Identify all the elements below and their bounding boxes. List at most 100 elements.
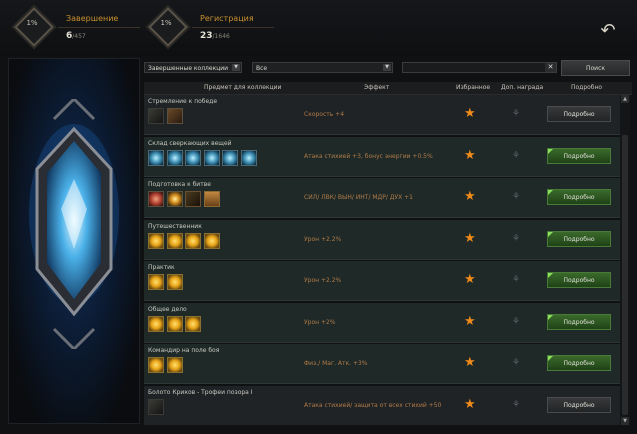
collection-item-icon[interactable]: [148, 398, 164, 415]
collection-item-icon[interactable]: [185, 315, 201, 332]
registration-percent: 1%: [160, 19, 172, 27]
registration-label: Регистрация: [200, 14, 254, 23]
table-row: Подготовка к битве СИЛ/ ЛВК/ ВЫН/ ИНТ/ М…: [144, 178, 620, 218]
table-header: Предмет для коллекции Эффект Избранное Д…: [144, 82, 632, 95]
collection-effect: Атака стихией/ защита от всех стихий +50: [304, 401, 442, 409]
registration-badge: 1%: [146, 5, 188, 47]
chevron-down-icon: ▼: [383, 64, 391, 71]
collection-item-icon[interactable]: [185, 232, 201, 249]
collection-effect: Урон +2.2%: [304, 277, 342, 284]
details-button[interactable]: Подробно: [547, 396, 611, 413]
details-button[interactable]: Подробно: [547, 147, 611, 164]
collection-item-icon[interactable]: [148, 357, 164, 373]
details-button[interactable]: Подробно: [547, 272, 611, 288]
scroll-down-icon[interactable]: ▼: [621, 417, 629, 425]
category-filter-select[interactable]: Все ▼: [252, 62, 393, 73]
collection-item-icon[interactable]: [148, 108, 164, 124]
table-row: Общее дело Урон +2% ★ ⚘ Подробно: [144, 302, 620, 343]
collection-item-icon[interactable]: [148, 191, 164, 207]
filter-bar: Завершенные коллекции ▼ Все ▼ ✕ Поиск: [144, 60, 632, 78]
col-details: Подробно: [571, 84, 603, 91]
status-filter-select[interactable]: Завершенные коллекции ▼: [144, 62, 242, 73]
collection-effect: СИЛ/ ЛВК/ ВЫН/ ИНТ/ МДР/ ДУХ +1: [304, 194, 413, 201]
search-button[interactable]: Поиск: [561, 60, 630, 76]
bonus-reward-icon: ⚘: [512, 316, 521, 327]
table-row: Командир на поле боя Физ./ Маг. Атк. +3%…: [144, 344, 620, 384]
bonus-reward-icon: ⚘: [512, 358, 521, 368]
collection-name: Склад сверкающих вещей: [148, 139, 232, 147]
scrollbar[interactable]: ▲ ▼: [620, 95, 630, 425]
scroll-thumb[interactable]: [622, 135, 628, 415]
favorite-star-icon[interactable]: ★: [464, 232, 476, 245]
favorite-star-icon[interactable]: ★: [464, 273, 476, 286]
collection-item-icon[interactable]: [148, 149, 164, 166]
completion-label: Завершение: [66, 14, 119, 23]
registration-count: 23/1646: [200, 31, 230, 41]
col-effect: Эффект: [364, 84, 390, 91]
search-input[interactable]: ✕: [402, 62, 557, 73]
favorite-star-icon[interactable]: ★: [464, 356, 476, 369]
details-button[interactable]: Подробно: [547, 313, 611, 330]
collection-item-icon[interactable]: [166, 315, 183, 332]
bonus-reward-icon: ⚘: [512, 150, 521, 161]
collection-item-icon[interactable]: [166, 191, 183, 207]
collection-effect: Урон +2%: [304, 318, 336, 326]
collection-name: Путешественник: [148, 222, 202, 230]
favorite-star-icon[interactable]: ★: [464, 190, 476, 203]
bonus-reward-icon: ⚘: [512, 399, 521, 410]
collection-item-icon[interactable]: [148, 232, 164, 249]
details-button[interactable]: Подробно: [547, 355, 611, 371]
clear-search-icon[interactable]: ✕: [545, 63, 556, 72]
collection-item-icon[interactable]: [222, 149, 238, 166]
favorite-star-icon[interactable]: ★: [464, 107, 476, 120]
completion-percent: 1%: [26, 19, 38, 27]
top-bar: 1% Завершение 6/457 1% Регистрация 23/16…: [0, 0, 637, 56]
collection-name: Общее дело: [148, 305, 187, 313]
table-row: Склад сверкающих вещей Атака стихией +3,…: [144, 136, 620, 177]
collection-effect: Скорость +4: [304, 111, 345, 118]
collection-name: Болото Криков - Трофеи позора I: [148, 388, 253, 396]
collection-name: Подготовка к битве: [148, 181, 211, 188]
collection-item-icon[interactable]: [148, 274, 164, 290]
col-bonus: Доп. награда: [501, 84, 544, 91]
favorite-star-icon[interactable]: ★: [464, 149, 476, 162]
collection-effect: Атака стихией +3, бонус энергии +0.5%: [304, 152, 433, 160]
collection-item-icon[interactable]: [166, 149, 183, 166]
collection-item-icon[interactable]: [240, 149, 257, 166]
details-button[interactable]: Подробно: [547, 106, 611, 122]
table-row: Путешественник Урон +2.2% ★ ⚘ Подробно: [144, 219, 620, 260]
collection-item-icon[interactable]: [148, 315, 164, 332]
details-button[interactable]: Подробно: [547, 230, 611, 247]
collection-table-body: Стремление к победе Скорость +4 ★ ⚘ Подр…: [144, 95, 620, 425]
collection-item-icon[interactable]: [203, 232, 220, 249]
chevron-down-icon: ▼: [232, 64, 240, 71]
table-row: Стремление к победе Скорость +4 ★ ⚘ Подр…: [144, 95, 620, 135]
collection-name: Практик: [148, 264, 175, 271]
collection-item-icon[interactable]: [166, 274, 183, 290]
collection-name: Стремление к победе: [148, 98, 218, 105]
favorite-star-icon[interactable]: ★: [464, 398, 476, 411]
favorite-star-icon[interactable]: ★: [464, 315, 476, 328]
details-button[interactable]: Подробно: [547, 189, 611, 205]
bonus-reward-icon: ⚘: [512, 109, 521, 119]
bonus-reward-icon: ⚘: [512, 275, 521, 285]
collection-effect: Урон +2.2%: [304, 235, 342, 243]
collection-item-icon[interactable]: [203, 191, 220, 207]
bonus-reward-icon: ⚘: [512, 192, 521, 202]
crystal-emblem-icon: [29, 99, 119, 349]
table-row: Болото Криков - Трофеи позора I Атака ст…: [144, 385, 620, 425]
collection-item-icon[interactable]: [185, 191, 201, 207]
collection-item-icon[interactable]: [203, 149, 220, 166]
collection-emblem-panel: [8, 58, 140, 424]
completion-count: 6/457: [66, 31, 86, 41]
collection-name: Командир на поле боя: [148, 347, 220, 354]
col-item: Предмет для коллекции: [204, 84, 282, 91]
collection-item-icon[interactable]: [166, 108, 183, 124]
collection-item-icon[interactable]: [166, 357, 183, 373]
scroll-up-icon[interactable]: ▲: [621, 95, 629, 103]
collection-item-icon[interactable]: [166, 232, 183, 249]
bonus-reward-icon: ⚘: [512, 233, 521, 244]
back-arrow-icon[interactable]: ↶: [597, 20, 619, 42]
collection-item-icon[interactable]: [185, 149, 201, 166]
completion-badge: 1%: [12, 5, 54, 47]
